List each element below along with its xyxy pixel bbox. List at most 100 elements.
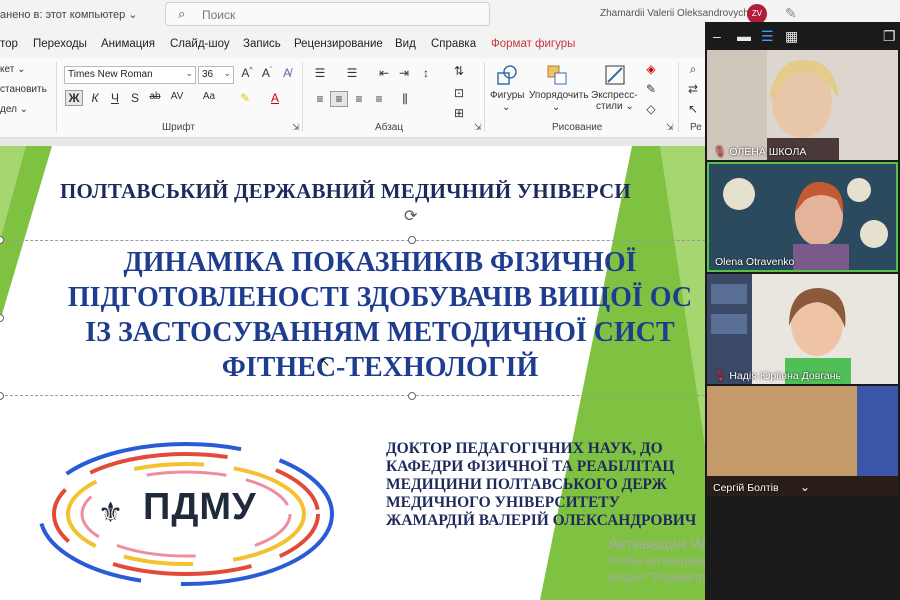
ribbon-left-item-2[interactable]: становить — [0, 84, 47, 95]
align-text-icon[interactable]: ⊡ — [450, 86, 468, 100]
video-feed — [709, 164, 896, 270]
replace-icon[interactable]: ⇄ — [684, 82, 702, 96]
tab-review[interactable]: Рецензирование — [294, 38, 383, 50]
quick-styles-button-2[interactable]: стили ⌄ — [596, 101, 634, 112]
author-line: КАФЕДРИ ФІЗИЧНОЇ ТА РЕАБІЛІТАЦ — [386, 458, 675, 475]
align-center-icon[interactable]: ≡ — [330, 91, 348, 107]
align-left-icon[interactable]: ≡ — [311, 92, 329, 106]
participant-name: Olena Otravenko — [715, 256, 794, 268]
chevron-down-icon[interactable]: ⌄ — [800, 480, 810, 494]
resize-handle-top[interactable] — [408, 236, 416, 244]
tab-record[interactable]: Запись — [243, 38, 281, 50]
participant-tile[interactable]: ⌄ Сергій Болтів — [707, 386, 898, 496]
speaker-view-icon[interactable]: ▬ — [737, 28, 751, 44]
ribbon-divider — [56, 62, 57, 132]
participant-tile-active[interactable]: Olena Otravenko — [707, 162, 898, 272]
columns-icon[interactable]: ⫼ — [396, 92, 414, 107]
participant-name-label: Olena Otravenko — [715, 256, 795, 268]
user-name[interactable]: Zhamardii Valerii Oleksandrovych — [600, 8, 749, 19]
bold-button[interactable]: Ж — [65, 90, 83, 106]
participant-name-label: Сергій Болтів — [713, 482, 779, 494]
save-status[interactable]: анено в: этот компьютер ⌄ — [0, 8, 138, 21]
smartart-icon[interactable]: ⊞ — [450, 106, 468, 120]
university-name[interactable]: ПОЛТАВСЬКИЙ ДЕРЖАВНИЙ МЕДИЧНИЙ УНІВЕРСИ — [60, 179, 631, 204]
font-name-select[interactable]: Times New Roman ⌄ — [64, 66, 196, 84]
spacing-button[interactable]: AV — [168, 91, 186, 102]
italic-button[interactable]: К — [86, 91, 104, 105]
change-case-button[interactable]: Aa — [200, 91, 218, 102]
justify-icon[interactable]: ≡ — [370, 92, 388, 106]
quick-styles-icon — [605, 65, 625, 85]
tab-shape-format[interactable]: Формат фигуры — [491, 38, 575, 50]
tab-help[interactable]: Справка — [431, 38, 476, 50]
align-right-icon[interactable]: ≡ — [350, 92, 368, 106]
dialog-launcher-icon[interactable]: ⇲ — [474, 122, 482, 133]
highlight-icon[interactable]: ✎ — [236, 91, 254, 105]
dialog-launcher-icon[interactable]: ⇲ — [292, 122, 300, 133]
rotate-handle-icon[interactable]: ⟳ — [404, 206, 417, 226]
resize-handle-bottom[interactable] — [408, 392, 416, 400]
tab-slideshow[interactable]: Слайд-шоу — [170, 38, 230, 50]
text-direction-icon[interactable]: ⇅ — [450, 64, 468, 78]
restore-icon[interactable]: ❐ — [883, 28, 896, 45]
author-line: МЕДИЧНОГО УНІВЕРСИТЕТУ — [386, 494, 621, 511]
quick-styles-button[interactable]: Экспресс- — [591, 90, 638, 101]
chevron-down-icon: ⌄ — [223, 68, 231, 78]
minimize-icon[interactable]: – — [713, 28, 721, 44]
find-icon[interactable]: ⌕ — [684, 62, 702, 77]
gallery-view-icon[interactable]: ▦ — [785, 28, 798, 45]
arrange-icon — [547, 65, 567, 85]
font-size-select[interactable]: 36 ⌄ — [198, 66, 234, 84]
search-box[interactable]: ⌕ Поиск — [165, 2, 490, 26]
tab-editor[interactable]: тор — [0, 38, 18, 50]
numbering-icon[interactable]: ☰ — [343, 66, 361, 80]
shape-outline-icon[interactable]: ✎ — [642, 82, 660, 96]
mouse-cursor-icon: ↖ — [320, 355, 331, 369]
ribbon-left-item-3[interactable]: дел ⌄ — [0, 104, 28, 115]
video-feed — [707, 274, 898, 384]
trident-icon: ⚜ — [98, 497, 124, 528]
shapes-button[interactable]: Фигуры — [490, 90, 524, 101]
search-placeholder: Поиск — [202, 8, 236, 22]
select-icon[interactable]: ↖ — [684, 102, 702, 116]
title-line: ІЗ ЗАСТОСУВАННЯМ МЕТОДИЧНОЇ СИСТ — [85, 317, 675, 348]
shadow-button[interactable]: S — [126, 91, 144, 105]
group-drawing-label: Рисование — [552, 122, 603, 133]
slide-title[interactable]: ДИНАМІКА ПОКАЗНИКІВ ФІЗИЧНОЇ ПІДГОТОВЛЕН… — [0, 245, 705, 385]
tab-transitions[interactable]: Переходы — [33, 38, 87, 50]
avatar[interactable]: ZV — [747, 4, 767, 24]
author-block[interactable]: ДОКТОР ПЕДАГОГІЧНИХ НАУК, ДО КАФЕДРИ ФІЗ… — [386, 440, 696, 530]
increase-font-icon[interactable]: A^ — [238, 66, 256, 80]
tab-view[interactable]: Вид — [395, 38, 416, 50]
arrange-button[interactable]: Упорядочить — [529, 90, 589, 101]
bullets-icon[interactable]: ☰ — [311, 66, 329, 80]
author-line: ДОКТОР ПЕДАГОГІЧНИХ НАУК, ДО — [386, 440, 663, 457]
author-line: МЕДИЦИНИ ПОЛТАВСЬКОГО ДЕРЖ — [386, 476, 667, 493]
group-font-label: Шрифт — [162, 122, 195, 133]
line-spacing-icon[interactable]: ↕ — [417, 66, 435, 80]
ribbon-divider — [678, 62, 679, 132]
ribbon-left-item-1[interactable]: кет ⌄ — [0, 64, 25, 75]
strip-view-icon[interactable]: ☰ — [761, 28, 774, 45]
strikethrough-button[interactable]: ab — [146, 91, 164, 102]
tab-animation[interactable]: Анимация — [101, 38, 155, 50]
participant-name: 🎙︎ Надія Юріївна Довгань — [713, 369, 841, 382]
font-size-value: 36 — [202, 69, 214, 80]
decrease-font-icon[interactable]: Aˇ — [258, 66, 276, 80]
outdent-icon[interactable]: ⇤ — [375, 66, 393, 80]
clear-format-icon[interactable]: A̸ — [278, 66, 296, 80]
indent-icon[interactable]: ⇥ — [395, 66, 413, 80]
slide[interactable]: ПОЛТАВСЬКИЙ ДЕРЖАВНИЙ МЕДИЧНИЙ УНІВЕРСИ … — [0, 146, 705, 600]
underline-button[interactable]: Ч — [106, 91, 124, 105]
chevron-down-icon: ⌄ — [552, 102, 561, 113]
group-paragraph-label: Абзац — [375, 122, 404, 133]
participant-tile[interactable]: 🎙︎ ОЛЕНА ШКОЛА — [707, 50, 898, 160]
mic-muted-icon: 🎙︎ — [713, 146, 727, 158]
participant-tile[interactable]: 🎙︎ Надія Юріївна Довгань — [707, 274, 898, 384]
shape-fill-icon[interactable]: ◈ — [642, 62, 660, 76]
pen-icon[interactable]: ✎ — [785, 5, 797, 22]
font-color-icon[interactable]: A — [266, 91, 284, 105]
slide-canvas: ПОЛТАВСЬКИЙ ДЕРЖАВНИЙ МЕДИЧНИЙ УНІВЕРСИ … — [0, 138, 705, 600]
shape-effects-icon[interactable]: ◇ — [642, 102, 660, 116]
dialog-launcher-icon[interactable]: ⇲ — [666, 122, 674, 133]
